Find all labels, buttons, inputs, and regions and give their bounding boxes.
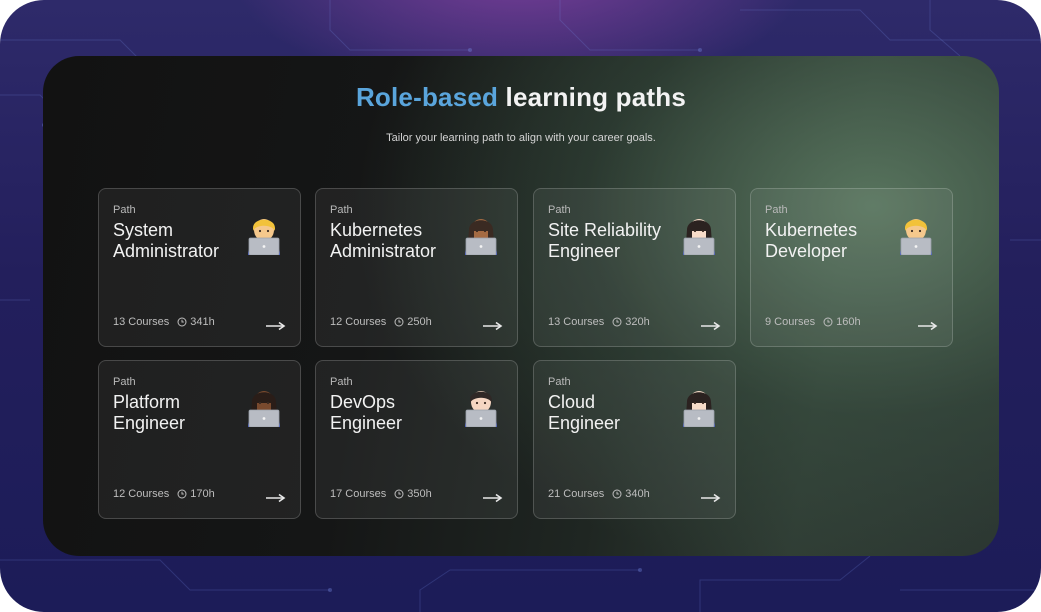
path-title: Cloud Engineer [548, 392, 682, 434]
man-technologist-blond-icon [244, 211, 284, 256]
course-count: 12 Courses [113, 488, 170, 500]
path-card[interactable]: Path Site Reliability Engineer 13 Course… [533, 188, 736, 347]
path-title-line: Engineer [113, 413, 186, 433]
title-accent: Role-based [355, 82, 499, 112]
course-count: 12 Courses [330, 316, 387, 328]
path-kicker: Path [113, 204, 136, 216]
path-title-line: Kubernetes [765, 220, 858, 240]
path-title: DevOps Engineer [330, 392, 464, 434]
course-count: 13 Courses [548, 316, 605, 328]
path-card[interactable]: Path System Administrator 13 Courses 341… [98, 188, 301, 347]
clock-icon [177, 489, 187, 499]
duration-hours: 350h [407, 488, 432, 500]
path-title: Site Reliability Engineer [548, 220, 682, 262]
section-subtitle: Tailor your learning path to align with … [386, 132, 656, 144]
path-kicker: Path [548, 376, 571, 388]
course-count: 17 Courses [330, 488, 387, 500]
path-title-line: Site Reliability [548, 220, 662, 240]
path-title-line: Administrator [113, 241, 220, 261]
path-card[interactable]: Path Cloud Engineer 21 Courses 340h [533, 360, 736, 519]
path-card[interactable]: Path Kubernetes Developer 9 Courses 160h [750, 188, 953, 347]
duration-hours: 170h [190, 488, 215, 500]
path-kicker: Path [765, 204, 788, 216]
path-kicker: Path [548, 204, 571, 216]
path-card[interactable]: Path Kubernetes Administrator 12 Courses… [315, 188, 518, 347]
path-meta: 9 Courses 160h [765, 316, 861, 328]
path-title: System Administrator [113, 220, 247, 262]
path-title: Platform Engineer [113, 392, 247, 434]
course-count: 21 Courses [548, 488, 605, 500]
path-meta: 12 Courses 250h [330, 316, 432, 328]
arrow-right-icon[interactable] [483, 490, 503, 503]
duration-hours: 320h [625, 316, 650, 328]
arrow-right-icon[interactable] [701, 490, 721, 503]
man-technologist-light-icon [461, 383, 501, 428]
path-title-line: Developer [765, 241, 848, 261]
course-count: 13 Courses [113, 316, 170, 328]
path-title-line: System [113, 220, 174, 240]
clock-icon [394, 317, 404, 327]
woman-technologist-light-icon [679, 383, 719, 428]
path-title-line: DevOps [330, 392, 396, 412]
clock-icon [612, 317, 622, 327]
path-meta: 13 Courses 341h [113, 316, 215, 328]
path-meta: 12 Courses 170h [113, 488, 215, 500]
arrow-right-icon[interactable] [483, 318, 503, 331]
clock-icon [823, 317, 833, 327]
path-card[interactable]: Path Platform Engineer 12 Courses 170h [98, 360, 301, 519]
path-title-line: Cloud [548, 392, 596, 412]
path-title-line: Engineer [548, 241, 621, 261]
course-count: 9 Courses [765, 316, 816, 328]
duration-hours: 250h [407, 316, 432, 328]
page-background: Role-based learning paths Tailor your le… [0, 0, 1041, 612]
clock-icon [612, 489, 622, 499]
man-technologist-blond-icon [896, 211, 936, 256]
duration-hours: 341h [190, 316, 215, 328]
arrow-right-icon[interactable] [918, 318, 938, 331]
title-rest: learning paths [498, 82, 687, 112]
path-title-line: Administrator [330, 241, 437, 261]
arrow-right-icon[interactable] [266, 490, 286, 503]
path-title-line: Kubernetes [330, 220, 423, 240]
path-title-line: Engineer [330, 413, 403, 433]
duration-hours: 340h [625, 488, 650, 500]
path-title: Kubernetes Administrator [330, 220, 464, 262]
section-title: Role-based learning paths [43, 82, 999, 113]
duration-hours: 160h [836, 316, 861, 328]
arrow-right-icon[interactable] [701, 318, 721, 331]
learning-paths-panel: Role-based learning paths Tailor your le… [43, 56, 999, 556]
clock-icon [177, 317, 187, 327]
path-meta: 21 Courses 340h [548, 488, 650, 500]
woman-technologist-dark-icon [244, 383, 284, 428]
path-meta: 17 Courses 350h [330, 488, 432, 500]
path-kicker: Path [113, 376, 136, 388]
path-kicker: Path [330, 204, 353, 216]
arrow-right-icon[interactable] [266, 318, 286, 331]
woman-technologist-light-icon [679, 211, 719, 256]
woman-technologist-medium-dark-icon [461, 211, 501, 256]
path-meta: 13 Courses 320h [548, 316, 650, 328]
path-title-line: Engineer [548, 413, 621, 433]
path-title-line: Platform [113, 392, 181, 412]
path-title: Kubernetes Developer [765, 220, 899, 262]
path-kicker: Path [330, 376, 353, 388]
path-card[interactable]: Path DevOps Engineer 17 Courses 350h [315, 360, 518, 519]
clock-icon [394, 489, 404, 499]
